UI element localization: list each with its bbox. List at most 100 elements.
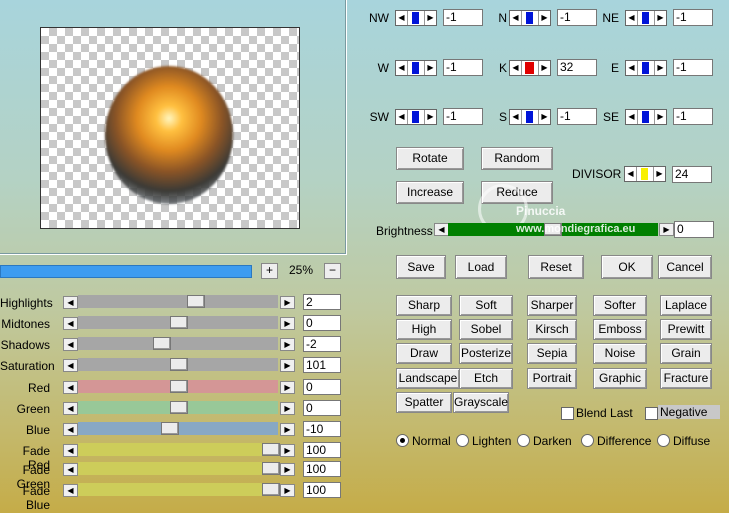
- slider-value-field[interactable]: 0: [303, 400, 341, 416]
- brightness-left-arrow-icon[interactable]: ◀: [434, 223, 449, 236]
- kernel-value-field[interactable]: -1: [673, 108, 713, 125]
- right-arrow-icon[interactable]: ▶: [280, 402, 295, 415]
- right-arrow-icon[interactable]: ▶: [280, 359, 295, 372]
- kernel-spinner[interactable]: ◀ ▶: [395, 109, 437, 125]
- filter-button-sharp[interactable]: Sharp: [396, 295, 452, 316]
- divisor-value[interactable]: 24: [672, 166, 712, 183]
- slider-value-field[interactable]: 100: [303, 461, 341, 477]
- slider-track[interactable]: [78, 462, 280, 475]
- filter-button-softer[interactable]: Softer: [593, 295, 647, 316]
- filter-button-fracture[interactable]: Fracture: [660, 368, 712, 389]
- right-arrow-icon[interactable]: ▶: [280, 444, 295, 457]
- kernel-value-field[interactable]: -1: [673, 9, 713, 26]
- slider-track[interactable]: [78, 337, 278, 350]
- slider-track[interactable]: [78, 380, 278, 393]
- radio-diffuse[interactable]: [657, 434, 670, 447]
- left-arrow-icon[interactable]: ◀: [63, 381, 78, 394]
- slider-value-field[interactable]: 100: [303, 482, 341, 498]
- filter-button-landscape[interactable]: Landscape: [396, 368, 460, 389]
- kernel-spinner[interactable]: ◀ ▶: [625, 60, 667, 76]
- slider-thumb[interactable]: [262, 483, 280, 496]
- random-button[interactable]: Random: [481, 147, 553, 170]
- decrement-icon[interactable]: ◀: [510, 11, 522, 25]
- slider-thumb[interactable]: [170, 380, 188, 393]
- slider-thumb[interactable]: [170, 401, 188, 414]
- slider-track[interactable]: [78, 422, 278, 435]
- slider-thumb[interactable]: [262, 462, 280, 475]
- left-arrow-icon[interactable]: ◀: [63, 317, 78, 330]
- filter-button-sobel[interactable]: Sobel: [459, 319, 513, 340]
- decrement-icon[interactable]: ◀: [625, 167, 637, 181]
- slider-track[interactable]: [78, 358, 278, 371]
- increment-icon[interactable]: ▶: [538, 11, 550, 25]
- filter-button-grain[interactable]: Grain: [660, 343, 712, 364]
- radio-normal[interactable]: [396, 434, 409, 447]
- preview-canvas[interactable]: [40, 27, 300, 229]
- decrement-icon[interactable]: ◀: [396, 11, 408, 25]
- negative-checkbox[interactable]: [645, 407, 658, 420]
- slider-thumb[interactable]: [187, 295, 205, 308]
- increment-icon[interactable]: ▶: [654, 110, 666, 124]
- filter-button-graphic[interactable]: Graphic: [593, 368, 647, 389]
- right-arrow-icon[interactable]: ▶: [280, 484, 295, 497]
- kernel-value-field[interactable]: -1: [443, 9, 483, 26]
- right-arrow-icon[interactable]: ▶: [280, 381, 295, 394]
- increment-icon[interactable]: ▶: [653, 167, 665, 181]
- divisor-spinner[interactable]: ◀ ▶: [624, 166, 666, 182]
- left-arrow-icon[interactable]: ◀: [63, 484, 78, 497]
- rotate-button[interactable]: Rotate: [396, 147, 464, 170]
- filter-button-spatter[interactable]: Spatter: [396, 392, 452, 413]
- slider-value-field[interactable]: 100: [303, 442, 341, 458]
- slider-track[interactable]: [78, 401, 278, 414]
- slider-value-field[interactable]: 101: [303, 357, 341, 373]
- filter-button-posterize[interactable]: Posterize: [459, 343, 513, 364]
- filter-button-grayscale[interactable]: Grayscale: [453, 392, 509, 413]
- slider-thumb[interactable]: [170, 358, 188, 371]
- decrement-icon[interactable]: ◀: [626, 61, 638, 75]
- slider-thumb[interactable]: [153, 337, 171, 350]
- brightness-value[interactable]: 0: [674, 221, 714, 238]
- left-arrow-icon[interactable]: ◀: [63, 463, 78, 476]
- left-arrow-icon[interactable]: ◀: [63, 359, 78, 372]
- increment-icon[interactable]: ▶: [424, 61, 436, 75]
- slider-track[interactable]: [78, 483, 280, 496]
- decrement-icon[interactable]: ◀: [510, 61, 522, 75]
- radio-difference[interactable]: [581, 434, 594, 447]
- brightness-right-arrow-icon[interactable]: ▶: [659, 223, 674, 236]
- left-arrow-icon[interactable]: ◀: [63, 296, 78, 309]
- kernel-spinner[interactable]: ◀ ▶: [395, 10, 437, 26]
- filter-button-draw[interactable]: Draw: [396, 343, 452, 364]
- kernel-value-field[interactable]: -1: [443, 59, 483, 76]
- kernel-value-field[interactable]: -1: [443, 108, 483, 125]
- radio-lighten[interactable]: [456, 434, 469, 447]
- filter-button-portrait[interactable]: Portrait: [527, 368, 577, 389]
- zoom-out-button[interactable]: −: [324, 263, 341, 279]
- kernel-spinner[interactable]: ◀ ▶: [509, 60, 551, 76]
- left-arrow-icon[interactable]: ◀: [63, 402, 78, 415]
- decrement-icon[interactable]: ◀: [626, 11, 638, 25]
- increment-icon[interactable]: ▶: [538, 110, 550, 124]
- slider-thumb[interactable]: [262, 443, 280, 456]
- kernel-spinner[interactable]: ◀ ▶: [509, 10, 551, 26]
- kernel-spinner[interactable]: ◀ ▶: [625, 10, 667, 26]
- ok-button[interactable]: OK: [601, 255, 653, 279]
- kernel-spinner[interactable]: ◀ ▶: [625, 109, 667, 125]
- filter-button-laplace[interactable]: Laplace: [660, 295, 712, 316]
- decrement-icon[interactable]: ◀: [396, 110, 408, 124]
- filter-button-etch[interactable]: Etch: [459, 368, 513, 389]
- decrement-icon[interactable]: ◀: [626, 110, 638, 124]
- filter-button-soft[interactable]: Soft: [459, 295, 513, 316]
- slider-track[interactable]: [78, 295, 278, 308]
- slider-value-field[interactable]: 0: [303, 315, 341, 331]
- slider-track[interactable]: [78, 443, 280, 456]
- increment-icon[interactable]: ▶: [654, 61, 666, 75]
- kernel-value-field[interactable]: -1: [673, 59, 713, 76]
- left-arrow-icon[interactable]: ◀: [63, 338, 78, 351]
- filter-button-kirsch[interactable]: Kirsch: [527, 319, 577, 340]
- decrement-icon[interactable]: ◀: [510, 110, 522, 124]
- slider-thumb[interactable]: [170, 316, 188, 329]
- filter-button-sepia[interactable]: Sepia: [527, 343, 577, 364]
- slider-thumb[interactable]: [161, 422, 179, 435]
- increment-icon[interactable]: ▶: [424, 11, 436, 25]
- right-arrow-icon[interactable]: ▶: [280, 423, 295, 436]
